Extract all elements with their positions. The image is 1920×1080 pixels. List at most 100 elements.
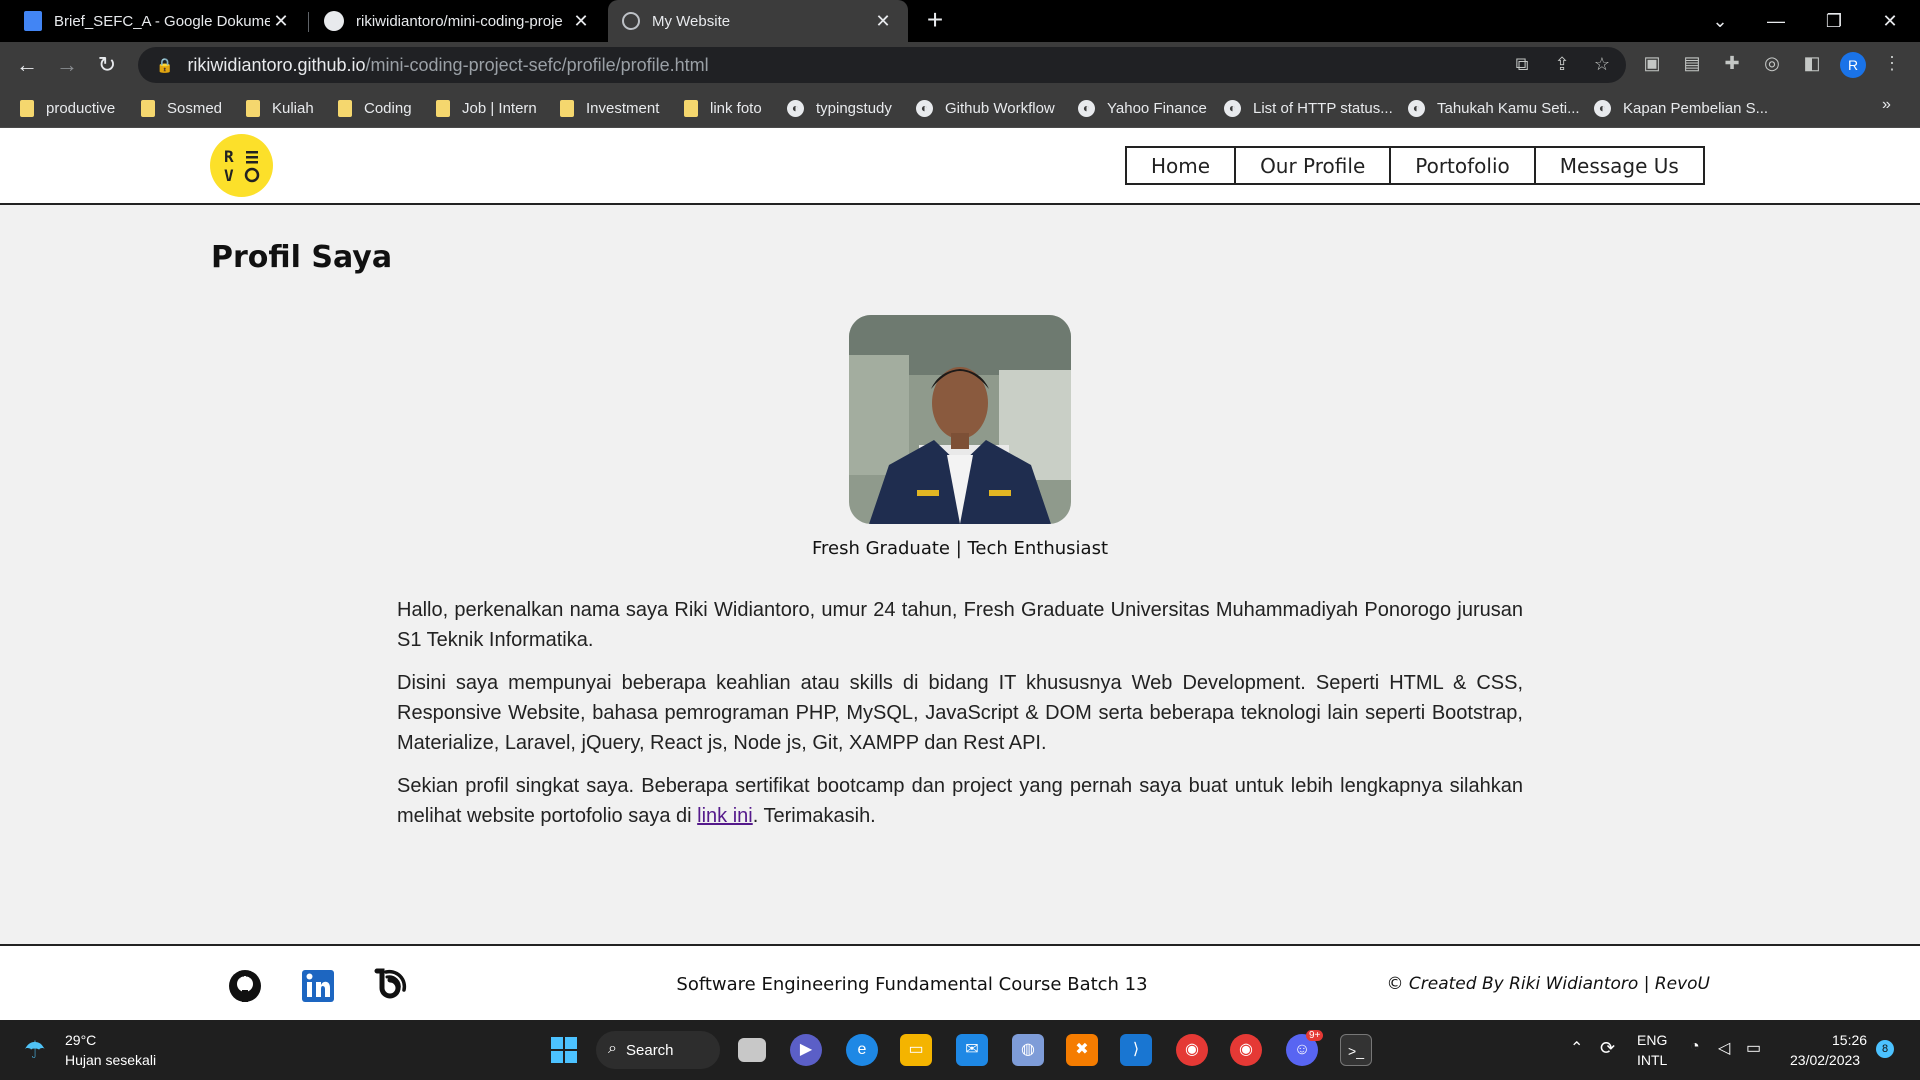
- language-line-1[interactable]: ENG: [1637, 1032, 1667, 1048]
- bookmark-folder[interactable]: productive: [20, 96, 115, 120]
- edge-icon[interactable]: e: [846, 1034, 878, 1066]
- xampp-icon[interactable]: ✖: [1066, 1034, 1098, 1066]
- language-line-2[interactable]: INTL: [1637, 1052, 1667, 1068]
- notification-badge[interactable]: 8: [1876, 1040, 1894, 1058]
- extension-docs-icon[interactable]: ▤: [1680, 53, 1704, 77]
- bookmark-label: link foto: [710, 99, 762, 117]
- wifi-icon[interactable]: ◔: [1690, 1038, 1700, 1056]
- nav-message-us[interactable]: Message Us: [1533, 146, 1705, 185]
- battery-icon[interactable]: ▭: [1746, 1038, 1761, 1058]
- sync-icon[interactable]: ⟳: [1600, 1038, 1615, 1059]
- bookmark-link[interactable]: ◐ Tahukah Kamu Seti...: [1408, 96, 1580, 120]
- bookmark-folder[interactable]: Investment: [560, 96, 659, 120]
- terminal-icon[interactable]: >_: [1340, 1034, 1372, 1066]
- folder-icon: [560, 99, 574, 117]
- bookmark-folder[interactable]: link foto: [684, 96, 762, 120]
- bookmark-link[interactable]: ◐ Github Workflow: [916, 96, 1055, 120]
- share-icon[interactable]: ⇪: [1550, 54, 1574, 78]
- bio-text: Sekian profil singkat saya. Beberapa ser…: [397, 775, 1523, 827]
- photos-icon[interactable]: ◍: [1012, 1034, 1044, 1066]
- bookmark-label: Tahukah Kamu Seti...: [1437, 99, 1580, 117]
- windows-start-icon[interactable]: [548, 1034, 580, 1066]
- more-bookmarks-button[interactable]: »: [1882, 96, 1891, 114]
- task-view-icon[interactable]: [738, 1038, 766, 1062]
- svg-text:R: R: [224, 147, 234, 166]
- lock-icon[interactable]: 🔒: [156, 57, 173, 74]
- volume-icon[interactable]: ◁: [1718, 1038, 1730, 1058]
- search-label: Search: [626, 1041, 674, 1059]
- nav-home[interactable]: Home: [1125, 146, 1237, 185]
- performance-icon[interactable]: ◎: [1760, 53, 1784, 77]
- bookmark-link[interactable]: ◐ Yahoo Finance: [1078, 96, 1207, 120]
- tab-divider: [308, 12, 309, 32]
- weather-rain-icon[interactable]: ☂: [24, 1036, 46, 1065]
- tab-search-icon[interactable]: ⌄: [1692, 0, 1748, 42]
- site-footer: Software Engineering Fundamental Course …: [0, 944, 1920, 1020]
- chrome-profile-icon[interactable]: ◉: [1230, 1034, 1262, 1066]
- globe-icon: ◐: [1594, 99, 1611, 117]
- close-tab-icon[interactable]: ✕: [872, 11, 894, 32]
- revou-logo[interactable]: R V: [210, 134, 273, 197]
- clock-time[interactable]: 15:26: [1832, 1032, 1867, 1048]
- tab-github[interactable]: rikiwidiantoro/mini-coding-proje ✕: [310, 0, 606, 42]
- forward-arrow-icon[interactable]: →: [52, 50, 82, 80]
- folder-icon: [141, 99, 155, 117]
- tab-title: rikiwidiantoro/mini-coding-proje: [356, 12, 563, 30]
- bookmark-label: Github Workflow: [945, 99, 1055, 117]
- minimize-button[interactable]: —: [1748, 0, 1804, 42]
- bookmark-folder[interactable]: Coding: [338, 96, 412, 120]
- folder-icon: [436, 99, 450, 117]
- vscode-icon[interactable]: ⟩: [1120, 1034, 1152, 1066]
- bookmark-link[interactable]: ◐ List of HTTP status...: [1224, 96, 1393, 120]
- weather-description[interactable]: Hujan sesekali: [65, 1052, 156, 1068]
- translate-icon[interactable]: ⧉: [1510, 54, 1534, 78]
- weather-temperature[interactable]: 29°C: [65, 1032, 96, 1048]
- close-tab-icon[interactable]: ✕: [570, 11, 592, 32]
- bookmark-link[interactable]: ◐ Kapan Pembelian S...: [1594, 96, 1768, 120]
- side-panel-icon[interactable]: ◧: [1800, 53, 1824, 77]
- bookmarks-bar: productive Sosmed Kuliah Coding Job | In…: [0, 88, 1920, 128]
- profile-avatar[interactable]: R: [1840, 52, 1866, 78]
- taskbar-search[interactable]: ⌕ Search: [596, 1031, 720, 1069]
- logo-glyphs: R V: [224, 147, 259, 185]
- nav-our-profile[interactable]: Our Profile: [1234, 146, 1392, 185]
- folder-icon: [20, 99, 34, 117]
- bookmark-folder[interactable]: Kuliah: [246, 96, 314, 120]
- bookmark-link[interactable]: ◐ typingstudy: [787, 96, 892, 120]
- chevron-up-icon[interactable]: ⌃: [1570, 1038, 1583, 1058]
- bookmark-folder[interactable]: Sosmed: [141, 96, 222, 120]
- url-path: /mini-coding-project-sefc/profile/profil…: [365, 54, 709, 75]
- mail-icon[interactable]: ✉: [956, 1034, 988, 1066]
- teams-chat-icon[interactable]: ▶: [790, 1034, 822, 1066]
- close-tab-icon[interactable]: ✕: [270, 11, 292, 32]
- bookmark-star-icon[interactable]: ☆: [1590, 54, 1614, 78]
- globe-icon: ◐: [1078, 99, 1095, 117]
- profile-photo: [849, 315, 1071, 524]
- reload-icon[interactable]: ↻: [92, 50, 122, 80]
- tab-my-website[interactable]: My Website ✕: [608, 0, 908, 42]
- tab-title: Brief_SEFC_A - Google Dokumen: [54, 12, 270, 30]
- restore-button[interactable]: ❐: [1806, 0, 1862, 42]
- extension-translate-icon[interactable]: ▣: [1640, 53, 1664, 77]
- nav-portofolio[interactable]: Portofolio: [1389, 146, 1536, 185]
- bookmark-label: Kuliah: [272, 99, 314, 117]
- tab-title: My Website: [652, 12, 731, 30]
- portfolio-link[interactable]: link ini: [697, 805, 753, 827]
- chrome-icon[interactable]: ◉: [1176, 1034, 1208, 1066]
- bookmark-label: Kapan Pembelian S...: [1623, 99, 1769, 117]
- tab-google-docs[interactable]: Brief_SEFC_A - Google Dokumen ✕: [10, 0, 306, 42]
- address-bar[interactable]: 🔒 rikiwidiantoro.github.io/mini-coding-p…: [138, 47, 1626, 83]
- bookmark-folder[interactable]: Job | Intern: [436, 96, 537, 120]
- bookmark-label: List of HTTP status...: [1253, 99, 1393, 117]
- back-arrow-icon[interactable]: ←: [12, 50, 42, 80]
- clock-date[interactable]: 23/02/2023: [1790, 1052, 1860, 1068]
- new-tab-button[interactable]: +: [920, 6, 950, 36]
- extensions-puzzle-icon[interactable]: ✚: [1720, 53, 1744, 77]
- folder-icon: [684, 99, 698, 117]
- menu-dots-icon[interactable]: ⋮: [1880, 53, 1904, 77]
- globe-icon: ◐: [1408, 99, 1425, 117]
- file-explorer-icon[interactable]: ▭: [900, 1034, 932, 1066]
- bookmark-label: Coding: [364, 99, 412, 117]
- bio-paragraph-3: Sekian profil singkat saya. Beberapa ser…: [397, 771, 1523, 831]
- close-window-button[interactable]: ✕: [1862, 0, 1918, 42]
